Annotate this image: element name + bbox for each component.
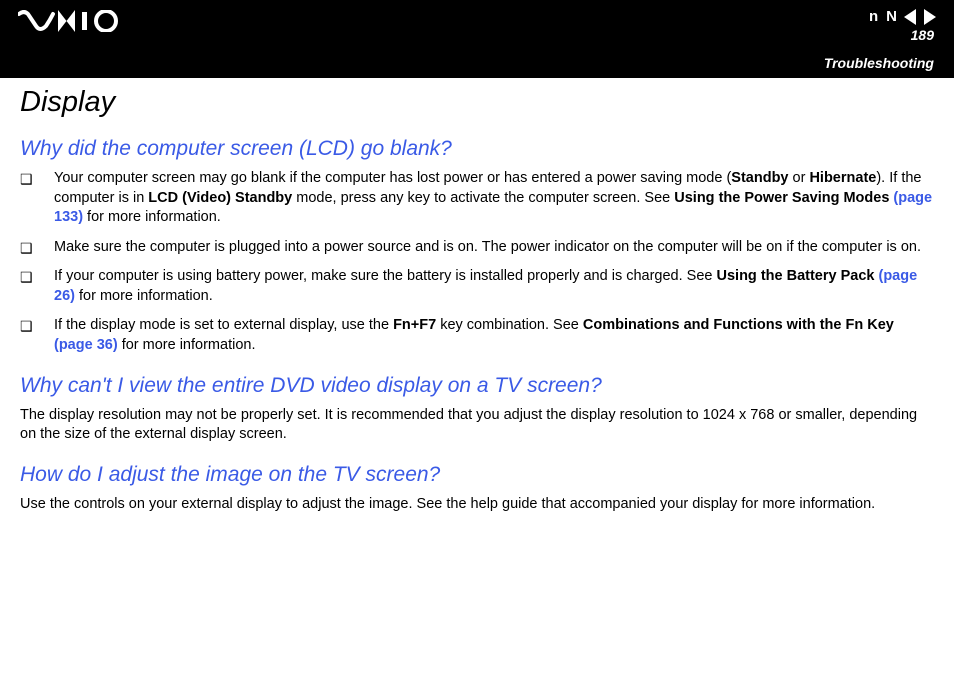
text-bold: Combinations and Functions with the Fn K… — [583, 317, 894, 333]
header-bar: n N 189 Troubleshooting — [0, 0, 954, 78]
question-heading-1: Why did the computer screen (LCD) go bla… — [20, 137, 934, 161]
text-bold: Fn+F7 — [393, 317, 436, 333]
text: for more information. — [83, 209, 221, 225]
text-bold: Standby — [731, 170, 788, 186]
list-item: If the display mode is set to external d… — [20, 316, 934, 355]
list-item: Make sure the computer is plugged into a… — [20, 238, 934, 258]
text-bold: Hibernate — [809, 170, 876, 186]
page-link[interactable]: (page 36) — [54, 337, 118, 353]
question-heading-3: How do I adjust the image on the TV scre… — [20, 463, 934, 487]
page-title: Display — [20, 86, 934, 119]
breadcrumb: Troubleshooting — [824, 55, 934, 71]
next-page-icon[interactable] — [924, 9, 936, 25]
text: for more information. — [75, 288, 213, 304]
header-right: n N 189 Troubleshooting — [824, 8, 936, 71]
answer-list-1: Your computer screen may go blank if the… — [20, 169, 934, 356]
text: Your computer screen may go blank if the… — [54, 170, 731, 186]
nav-letter-N: N — [886, 8, 897, 25]
vaio-logo — [18, 10, 126, 32]
answer-text-2: The display resolution may not be proper… — [20, 406, 934, 445]
question-heading-2: Why can't I view the entire DVD video di… — [20, 374, 934, 398]
page-number: 189 — [911, 27, 934, 43]
text: for more information. — [118, 337, 256, 353]
answer-text-3: Use the controls on your external displa… — [20, 495, 934, 515]
text-bold: Using the Battery Pack — [717, 268, 875, 284]
text: key combination. See — [436, 317, 583, 333]
text-bold: Using the Power Saving Modes — [674, 190, 889, 206]
text: or — [789, 170, 810, 186]
prev-page-icon[interactable] — [904, 9, 916, 25]
text: mode, press any key to activate the comp… — [292, 190, 674, 206]
list-item: Your computer screen may go blank if the… — [20, 169, 934, 228]
nav-letter-n: n — [869, 8, 878, 25]
text: If the display mode is set to external d… — [54, 317, 393, 333]
text: If your computer is using battery power,… — [54, 268, 717, 284]
text: Make sure the computer is plugged into a… — [54, 239, 921, 255]
nav-controls: n N — [868, 8, 936, 25]
list-item: If your computer is using battery power,… — [20, 267, 934, 306]
page-content: Display Why did the computer screen (LCD… — [0, 78, 954, 514]
text-bold: LCD (Video) Standby — [148, 190, 292, 206]
